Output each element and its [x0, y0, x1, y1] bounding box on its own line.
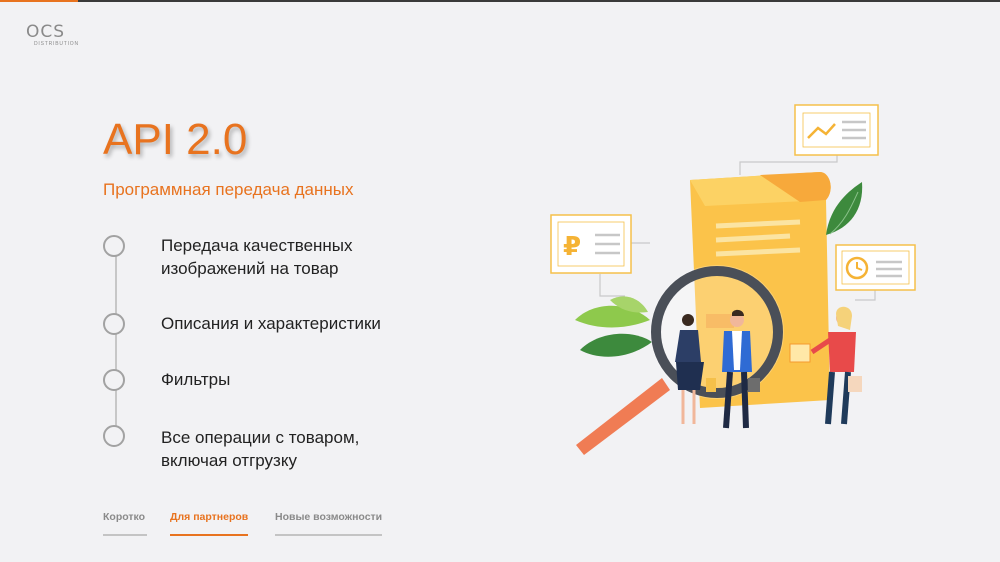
tab-for-partners[interactable]: Для партнеров — [170, 511, 248, 536]
tab-new-features[interactable]: Новые возможности — [275, 511, 382, 536]
top-bar — [0, 0, 1000, 2]
trend-card-icon — [794, 104, 879, 156]
timeline-item-label: Фильтры — [161, 370, 231, 389]
ocs-logo: OCS DISTRIBUTION — [26, 22, 79, 48]
slide-subtitle: Программная передача данных — [103, 180, 354, 199]
timeline-marker — [103, 369, 125, 391]
top-bar-accent — [0, 0, 78, 2]
illustration: ₽ — [550, 104, 916, 455]
clock-card-icon — [835, 244, 916, 291]
logo-tagline: DISTRIBUTION — [34, 41, 79, 47]
tab-short[interactable]: Коротко — [103, 511, 147, 536]
ruble-card-icon: ₽ — [550, 214, 632, 274]
timeline-item-label: Передача качественных изображений на тов… — [161, 236, 353, 278]
ruble-symbol: ₽ — [563, 232, 581, 262]
timeline-item-label: Описания и характеристики — [161, 314, 381, 333]
logo-wordmark: OCS — [26, 22, 66, 42]
timeline-marker — [103, 235, 125, 257]
timeline-line — [115, 247, 117, 437]
timeline-marker — [103, 313, 125, 335]
slide-title: API 2.0 — [103, 115, 248, 164]
timeline-marker — [103, 425, 125, 447]
timeline-item-label: Все операции с товаром, включая отгрузку — [161, 428, 360, 470]
